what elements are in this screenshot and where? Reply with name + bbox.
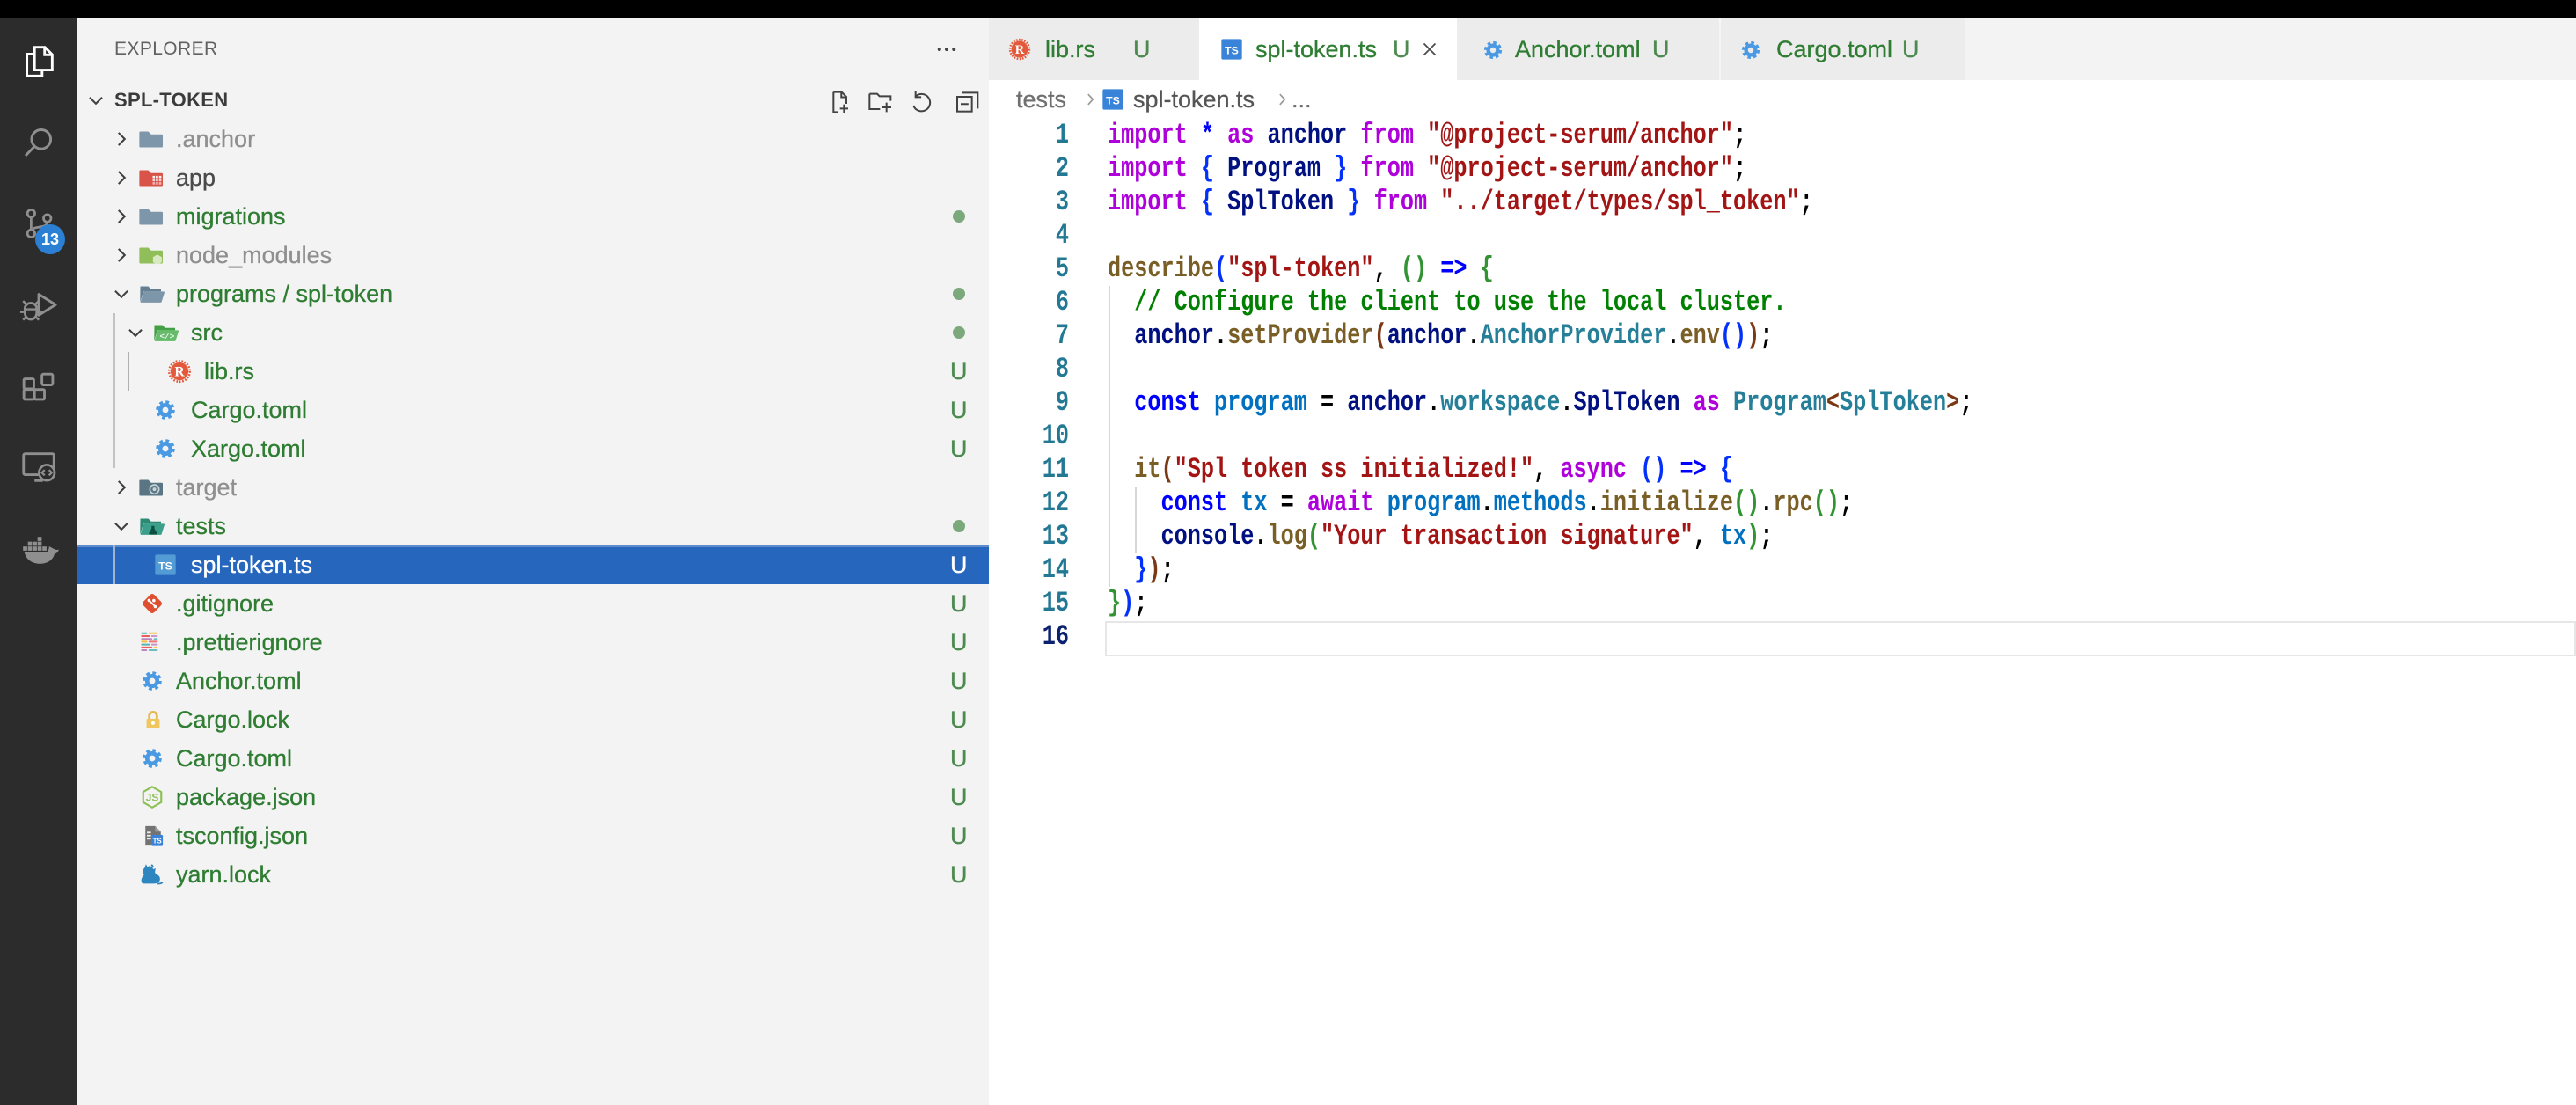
svg-text:</>: </>: [159, 332, 174, 341]
svg-text:TS: TS: [158, 560, 172, 572]
svg-text:TS: TS: [1106, 94, 1120, 106]
svg-text:TS: TS: [1225, 44, 1239, 56]
svg-text:JS: JS: [146, 792, 159, 804]
svg-text:TS: TS: [153, 838, 162, 845]
svg-text:R: R: [1015, 43, 1025, 57]
svg-text:R: R: [174, 364, 185, 379]
